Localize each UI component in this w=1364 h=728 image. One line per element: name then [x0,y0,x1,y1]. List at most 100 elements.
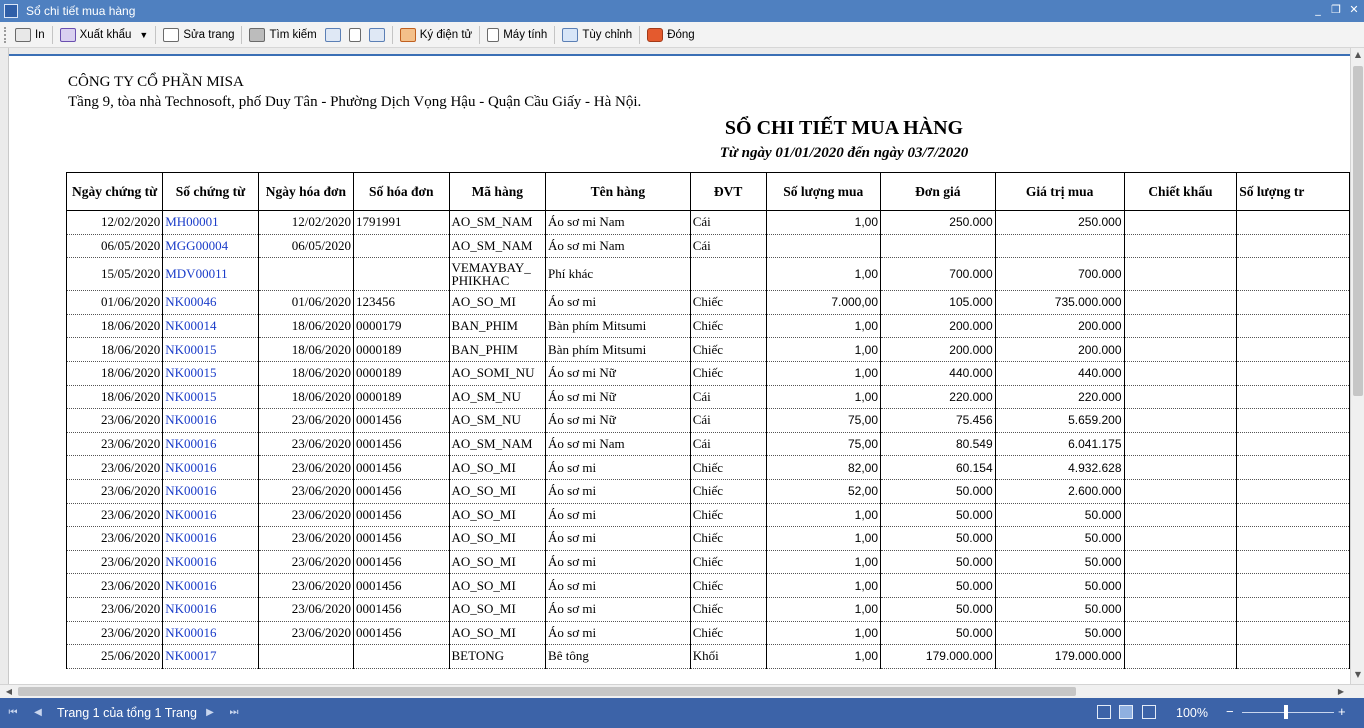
cell-voucher-no[interactable]: NK00016 [162,503,259,528]
cell-voucher-no[interactable]: NK00016 [162,597,259,622]
cell-return-qty [1236,385,1350,410]
cell-unit-price: 50.000 [880,550,996,575]
cell-voucher-no[interactable]: MGG00004 [162,234,259,259]
cell-item-name: Áo sơ mi Nữ [545,361,691,386]
cell-item-name: Bàn phím Mitsumi [545,314,691,339]
next-page-icon[interactable]: ▶ [203,705,217,721]
cell-voucher-no[interactable]: NK00016 [162,573,259,598]
cell-invoice-no [352,234,450,259]
cell-voucher-no[interactable]: NK00016 [162,432,259,457]
cell-amount: 735.000.000 [994,290,1125,315]
export-button[interactable]: Xuất khẩu ▼ [56,24,153,46]
cell-quantity: 1,00 [765,503,882,528]
cell-voucher-no[interactable]: NK00016 [162,408,259,433]
cell-voucher-no[interactable]: NK00016 [162,455,259,480]
cell-unit: Chiếc [689,503,767,528]
cell-quantity: 1,00 [765,337,882,362]
zoom-level: 100% [1176,706,1208,720]
cell-quantity: 1,00 [765,526,882,551]
cell-item-code: AO_SO_MI [448,573,547,598]
cell-voucher-no[interactable]: NK00016 [162,479,259,504]
zoom-out-button[interactable]: − [1226,704,1234,719]
cell-unit: Cái [689,408,767,433]
zoom-slider-track[interactable] [1242,712,1334,713]
multi-page-view-icon[interactable] [1142,705,1156,719]
cell-voucher-no[interactable]: NK00014 [162,314,259,339]
cell-invoice-date: 23/06/2020 [257,621,354,646]
vertical-scrollbar[interactable]: ▲ ▼ [1350,48,1364,684]
previous-page-icon[interactable]: ◀ [31,705,45,721]
continuous-view-icon[interactable] [1119,705,1133,719]
first-page-icon[interactable]: ⏮ [6,705,20,721]
digital-sign-button[interactable]: Ký điện tử [396,24,476,46]
cell-discount [1123,503,1238,528]
calculator-button[interactable]: Máy tính [483,24,551,46]
cell-item-name: Bàn phím Mitsumi [545,337,691,362]
customize-button[interactable]: Tùy chỉnh [558,24,636,46]
table-body: 12/02/2020 MH00001 12/02/2020 1791991 AO_SM_… [65,210,1350,669]
cell-voucher-no[interactable]: NK00015 [162,337,259,362]
cell-invoice-no: 123456 [352,290,450,315]
cell-unit: Khối [689,644,767,669]
close-report-button[interactable]: Đóng [643,24,699,46]
cell-invoice-no: 0000189 [352,337,450,362]
cell-voucher-date: 23/06/2020 [65,479,164,504]
customize-icon [562,27,579,42]
print-button[interactable]: In [11,24,49,46]
scroll-up-icon[interactable]: ▲ [1351,48,1364,62]
cell-item-code: AO_SOMI_NU [448,361,547,386]
table-row: 01/06/2020 NK00046 01/06/2020 123456 AO_SO_M… [65,290,1350,315]
scroll-down-icon[interactable]: ▼ [1351,668,1364,682]
cell-discount [1123,337,1238,362]
cell-voucher-no[interactable]: NK00046 [162,290,259,315]
chevron-down-icon[interactable]: ▼ [139,30,148,40]
cell-invoice-no: 0001456 [352,550,450,575]
col-header: Đơn giá [880,172,996,211]
company-name: CÔNG TY CỔ PHẦN MISA [68,74,244,90]
last-page-icon[interactable]: ⏭ [227,705,241,721]
restore-button[interactable]: ❐ [1328,2,1344,18]
cell-item-name: Áo sơ mi [545,621,691,646]
cell-voucher-no[interactable]: NK00017 [162,644,259,669]
search-button[interactable]: Tìm kiếm [245,24,320,46]
zoom-in-button[interactable]: + [1338,704,1346,719]
cell-quantity: 52,00 [765,479,882,504]
cell-amount: 50.000 [994,573,1125,598]
page-width-view-button[interactable] [345,24,365,46]
horizontal-scrollbar[interactable]: ◀ ▶ [0,684,1364,698]
edit-page-button[interactable]: Sửa trang [159,24,238,46]
close-report-label: Đóng [667,28,695,41]
cell-item-name: Bê tông [545,644,691,669]
company-address: Tầng 9, tòa nhà Technosoft, phố Duy Tân … [68,94,642,110]
scroll-left-icon[interactable]: ◀ [2,685,16,699]
col-header: Chiết khấu [1123,172,1238,211]
single-page-icon [324,27,341,42]
cell-voucher-no[interactable]: MH00001 [162,210,259,235]
cell-voucher-no[interactable]: MDV00011 [162,257,259,292]
zoom-slider-thumb[interactable] [1284,705,1288,719]
minimize-button[interactable]: _ [1310,2,1326,18]
single-page-view-button[interactable] [321,24,345,46]
cell-voucher-no[interactable]: NK00015 [162,361,259,386]
cell-discount [1123,210,1238,235]
horizontal-scroll-thumb[interactable] [18,687,1076,696]
cell-return-qty [1236,644,1350,669]
cell-item-code: AO_SO_MI [448,550,547,575]
cell-voucher-no[interactable]: NK00016 [162,526,259,551]
cell-voucher-no[interactable]: NK00016 [162,550,259,575]
cell-voucher-no[interactable]: NK00016 [162,621,259,646]
cell-unit-price [880,234,996,259]
fit-view-button[interactable] [365,24,389,46]
vertical-scroll-thumb[interactable] [1353,66,1363,396]
cell-return-qty [1236,314,1350,339]
cell-voucher-date: 23/06/2020 [65,573,164,598]
close-window-button[interactable]: ✕ [1346,2,1362,18]
scroll-right-icon[interactable]: ▶ [1334,685,1348,699]
toolbar-separator [155,25,157,44]
cell-voucher-no[interactable]: NK00015 [162,385,259,410]
col-header: Ngày hóa đơn [257,172,354,211]
cell-item-code: AO_SO_MI [448,479,547,504]
single-page-view-icon[interactable] [1097,705,1111,719]
cell-invoice-no: 0001456 [352,503,450,528]
cell-invoice-no: 0001456 [352,526,450,551]
